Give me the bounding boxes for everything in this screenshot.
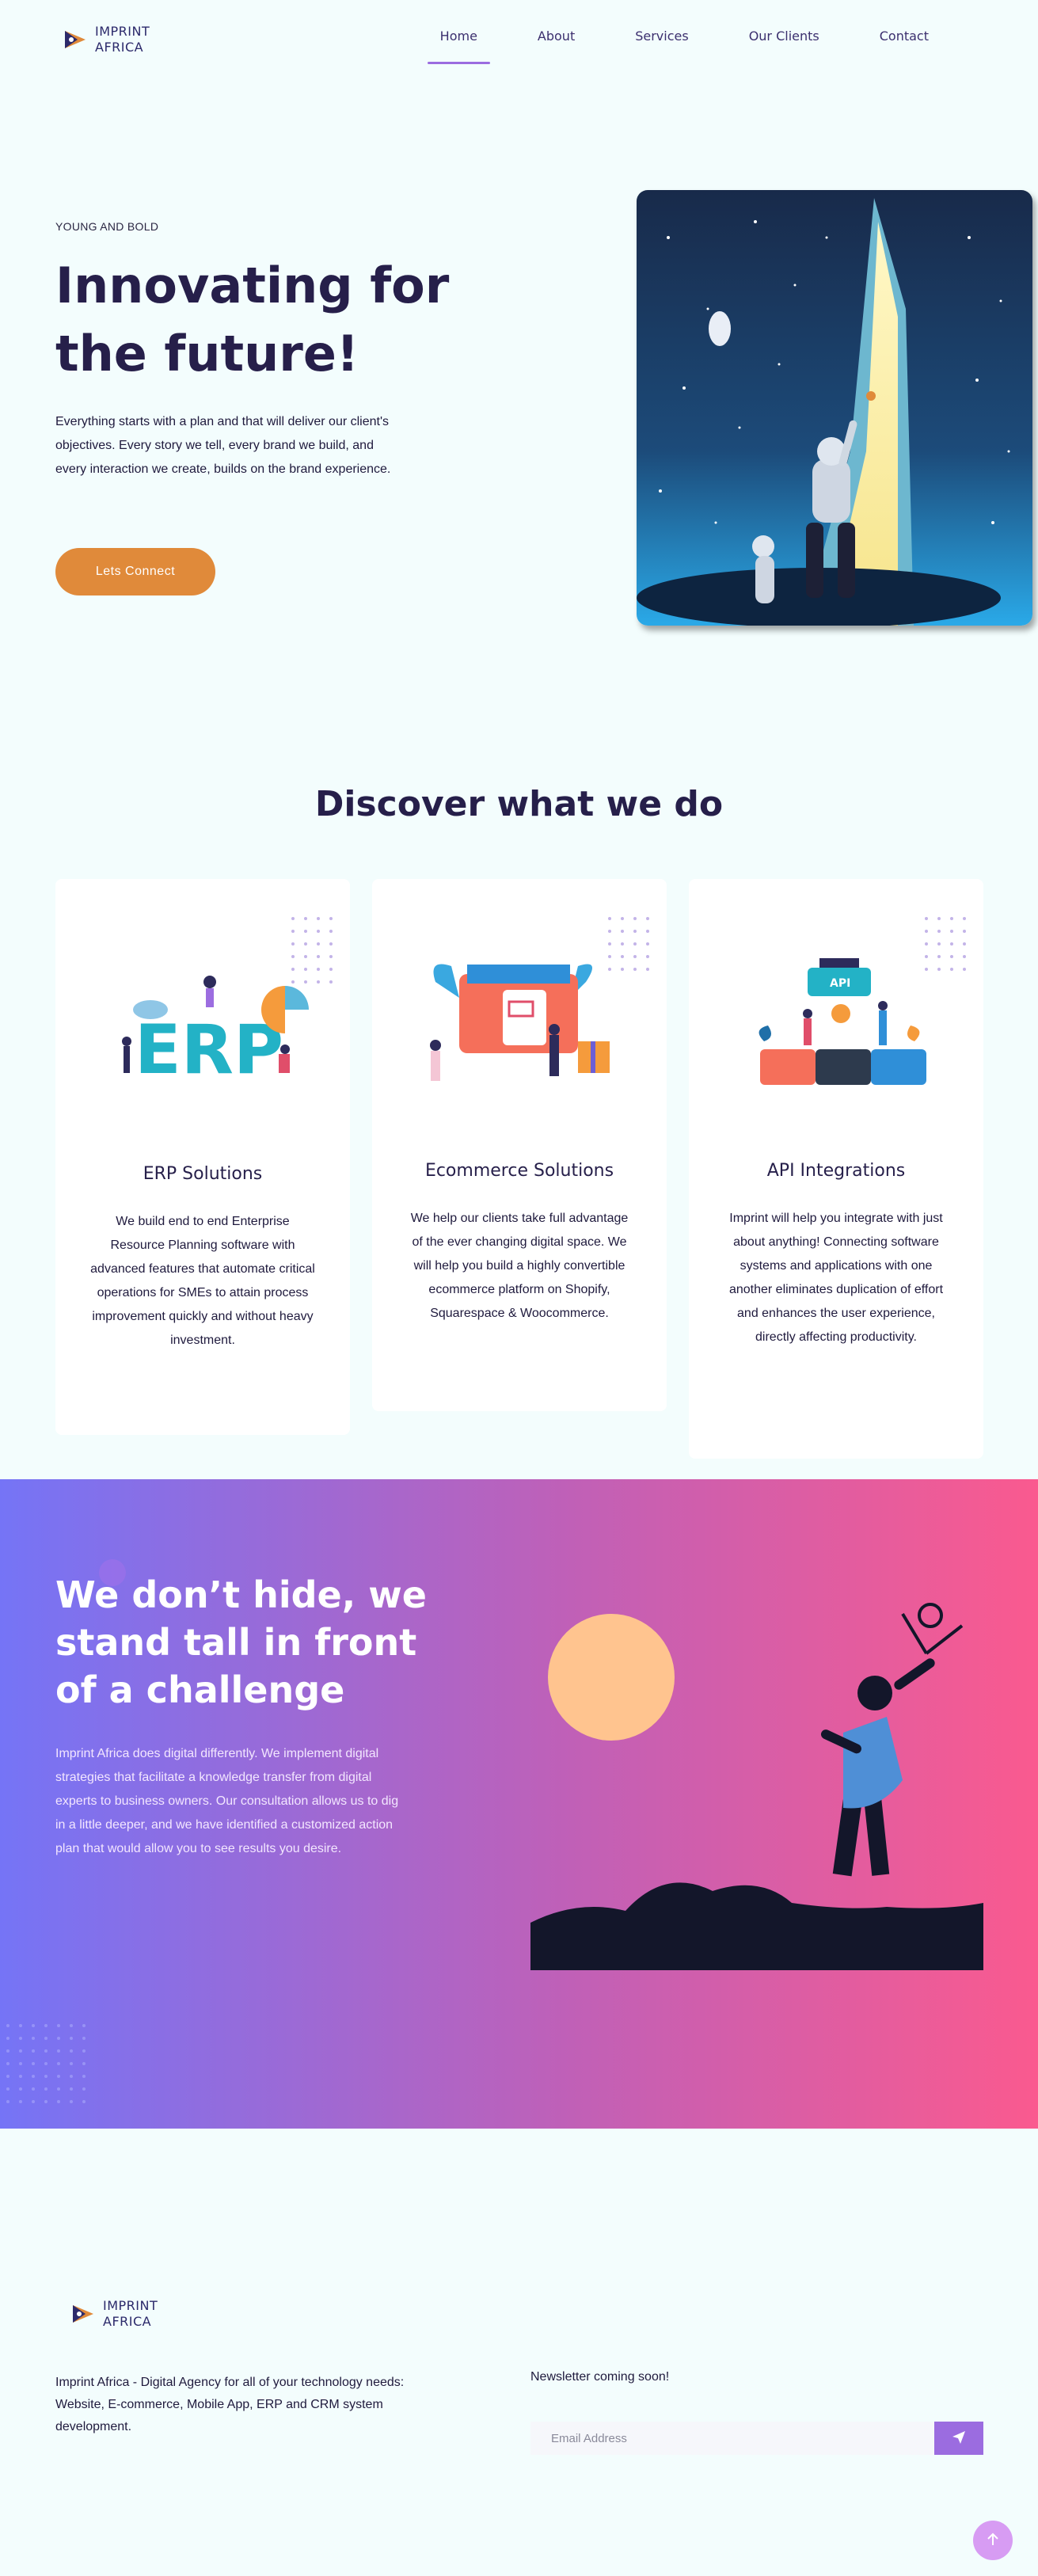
- hero-body: Everything starts with a plan and that w…: [55, 415, 391, 476]
- lets-connect-button[interactable]: Lets Connect: [55, 548, 215, 595]
- back-to-top-button[interactable]: [973, 2521, 1013, 2560]
- footer-brand-line1: IMPRINT: [103, 2298, 158, 2313]
- footer-logo[interactable]: IMPRINT AFRICA: [70, 2298, 158, 2330]
- challenge-banner: We don’t hide, we stand tall in front of…: [0, 1479, 1038, 2129]
- nav-contact[interactable]: Contact: [867, 29, 941, 44]
- footer-brand-name: IMPRINT AFRICA: [103, 2298, 158, 2330]
- brand-name: IMPRINT AFRICA: [95, 24, 150, 55]
- erp-illustration: ERP: [55, 879, 350, 1124]
- hero-title: Innovating for the future!: [55, 257, 450, 382]
- service-card-ecommerce[interactable]: Ecommerce Solutions We help our clients …: [372, 879, 667, 1411]
- main-menu: Home About Services Our Clients Contact: [427, 29, 941, 64]
- newsletter-submit-button[interactable]: [934, 2422, 983, 2455]
- footer-description: Imprint Africa - Digital Agency for all …: [55, 2376, 405, 2433]
- nav-home[interactable]: Home: [427, 29, 491, 64]
- card-title-erp: ERP Solutions: [143, 1164, 263, 1184]
- ecommerce-illustration: [372, 879, 667, 1124]
- email-field[interactable]: [530, 2422, 934, 2455]
- erp-art-label: ERP: [135, 1010, 283, 1090]
- api-art-label: API: [830, 977, 850, 990]
- arrow-up-icon: [986, 2532, 1000, 2549]
- card-title-ecommerce: Ecommerce Solutions: [424, 1161, 614, 1181]
- card-body-api: Imprint will help you integrate with jus…: [728, 1212, 944, 1344]
- api-illustration: API: [689, 879, 983, 1124]
- services-title: Discover what we do: [314, 784, 724, 824]
- paper-plane-icon: [952, 2430, 966, 2447]
- footer-brand-line2: AFRICA: [103, 2314, 152, 2329]
- slingshot-figure-illustration: [530, 1598, 983, 1994]
- service-card-api[interactable]: API API Integrations Imprint will help y…: [689, 879, 983, 1459]
- card-body-erp: We build end to end Enterprise Resource …: [90, 1215, 315, 1347]
- nav-about[interactable]: About: [525, 29, 587, 44]
- brand-logo[interactable]: IMPRINT AFRICA: [62, 24, 150, 55]
- logo-icon: [62, 26, 89, 53]
- newsletter-label: Newsletter coming soon!: [530, 2370, 670, 2384]
- brand-name-line1: IMPRINT: [95, 24, 150, 39]
- hero-kicker: YOUNG AND BOLD: [55, 220, 159, 233]
- footer-logo-icon: [70, 2300, 97, 2327]
- banner-title: We don’t hide, we stand tall in front of…: [55, 1573, 427, 1711]
- top-nav: IMPRINT AFRICA Home About Services Our C…: [0, 0, 1038, 79]
- banner-body: Imprint Africa does digital differently.…: [55, 1747, 399, 1855]
- card-body-ecommerce: We help our clients take full advantage …: [410, 1212, 629, 1320]
- nav-services[interactable]: Services: [622, 29, 701, 44]
- astronaut-illustration: [637, 190, 1032, 626]
- brand-name-line2: AFRICA: [95, 40, 144, 55]
- card-title-api: API Integrations: [766, 1161, 906, 1181]
- service-card-erp[interactable]: ERP ERP Solutions We build end to end En…: [55, 879, 350, 1435]
- nav-our-clients[interactable]: Our Clients: [736, 29, 832, 44]
